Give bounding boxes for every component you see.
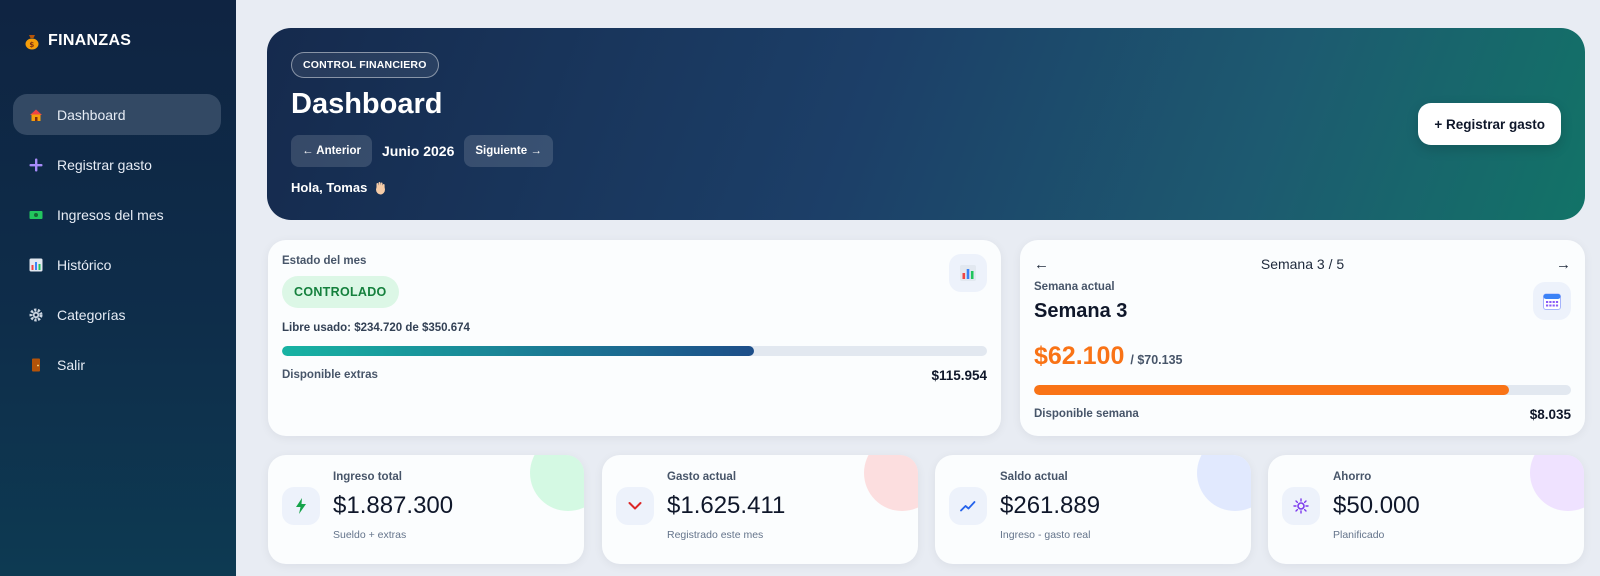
decorative-circle: [1197, 455, 1251, 511]
used-budget-label: Libre usado: $234.720 de $350.674: [282, 322, 470, 334]
available-extras-label: Disponible extras: [282, 369, 378, 381]
chart-icon-box: [949, 254, 987, 292]
status-badge: CONTROLADO: [282, 276, 399, 308]
previous-month-button[interactable]: ← Anterior: [291, 135, 372, 167]
week-counter: Semana 3 / 5: [1260, 256, 1345, 272]
stat-card-ahorro: Ahorro $50.000 Planificado: [1268, 455, 1584, 564]
calendar-icon-box: [1533, 282, 1571, 320]
sidebar-nav: Dashboard Registrar gasto Ingresos del m…: [13, 94, 221, 394]
stat-subtitle: Registrado este mes: [667, 529, 764, 541]
stat-label: Ahorro: [1333, 471, 1372, 483]
stat-icon-box: [282, 487, 320, 525]
greeting: Hola, Tomas: [291, 180, 387, 195]
stat-icon-box: [616, 487, 654, 525]
month-status-card: Estado del mes CONTROLADO Libre usado: $…: [268, 240, 1001, 436]
available-week-value: $8.035: [1529, 407, 1571, 422]
gear-icon: [29, 308, 43, 321]
sidebar-item-dashboard[interactable]: Dashboard: [13, 94, 221, 135]
week-spent-amount: $62.100: [1034, 342, 1125, 370]
stat-value: $50.000: [1333, 492, 1420, 519]
stat-label: Ingreso total: [333, 471, 403, 483]
door-icon: [32, 358, 40, 371]
hero-banner: CONTROL FINANCIERO Dashboard ← Anterior …: [267, 28, 1585, 220]
register-expense-button[interactable]: + Registrar gasto: [1418, 103, 1561, 145]
sidebar-item-label: Salir: [57, 356, 86, 373]
current-month-label: Junio 2026: [382, 143, 455, 159]
money-icon: [29, 210, 43, 219]
card-title: Estado del mes: [282, 255, 367, 267]
week-spent: $62.100 / $70.135: [1034, 342, 1183, 371]
stat-icon-box: [1282, 487, 1320, 525]
week-budget-amount: / $70.135: [1130, 353, 1183, 367]
decorative-circle: [530, 455, 584, 511]
sidebar-item-ingresos[interactable]: Ingresos del mes: [13, 194, 221, 235]
sidebar-item-historico[interactable]: Histórico: [13, 244, 221, 285]
stat-value: $1.625.411: [667, 492, 786, 519]
week-title: Semana 3: [1034, 300, 1128, 322]
brand-name: FINANZAS: [48, 32, 132, 49]
house-icon: [30, 109, 42, 121]
next-week-arrow[interactable]: →: [1556, 256, 1571, 273]
waving-hand-icon: [376, 181, 386, 194]
trend-up-icon: [960, 501, 976, 512]
calendar-icon: [1543, 293, 1561, 310]
current-week-label: Semana actual: [1034, 281, 1115, 293]
sparkle-icon: [1293, 498, 1309, 514]
brand[interactable]: $ FINANZAS: [24, 32, 131, 50]
sidebar-item-label: Ingresos del mes: [57, 206, 164, 223]
chevron-down-icon: [628, 502, 642, 510]
previous-week-arrow[interactable]: ←: [1034, 256, 1049, 273]
page-title: Dashboard: [291, 88, 443, 120]
svg-text:$: $: [29, 41, 34, 49]
sidebar-item-label: Categorías: [57, 306, 126, 323]
decorative-circle: [864, 455, 918, 511]
stat-card-gasto: Gasto actual $1.625.411 Registrado este …: [602, 455, 918, 564]
stat-subtitle: Ingreso - gasto real: [1000, 529, 1091, 541]
sidebar-item-registrar-gasto[interactable]: Registrar gasto: [13, 144, 221, 185]
stat-value: $1.887.300: [333, 492, 454, 519]
decorative-circle: [1530, 455, 1584, 511]
sidebar-item-categorias[interactable]: Categorías: [13, 294, 221, 335]
stat-label: Saldo actual: [1000, 471, 1068, 483]
stat-value: $261.889: [1000, 492, 1101, 519]
sidebar-item-salir[interactable]: Salir: [13, 344, 221, 385]
stat-label: Gasto actual: [667, 471, 737, 483]
available-extras-value: $115.954: [931, 368, 987, 383]
stat-icon-box: [949, 487, 987, 525]
section-pill: CONTROL FINANCIERO: [291, 52, 439, 78]
week-navigator: ← Semana 3 / 5 →: [1034, 254, 1571, 274]
plus-icon: [29, 158, 43, 171]
week-progress-fill: [1034, 385, 1510, 395]
greeting-text: Hola, Tomas: [291, 180, 368, 195]
stat-card-ingreso: Ingreso total $1.887.300 Sueldo + extras: [268, 455, 584, 564]
bolt-icon: [296, 498, 306, 514]
month-navigator: ← Anterior Junio 2026 Siguiente →: [291, 135, 553, 167]
money-bag-icon: $: [25, 35, 39, 50]
month-progress-bar: [282, 346, 987, 356]
sidebar-item-label: Registrar gasto: [57, 156, 152, 173]
sidebar-item-label: Histórico: [57, 256, 112, 273]
month-progress-fill: [282, 346, 754, 356]
next-month-button[interactable]: Siguiente →: [464, 135, 553, 167]
sidebar-item-label: Dashboard: [57, 106, 126, 123]
week-progress-bar: [1034, 385, 1571, 395]
sidebar: $ FINANZAS Dashboard Registrar gasto Ing…: [0, 0, 236, 576]
stat-subtitle: Planificado: [1333, 529, 1385, 541]
stat-card-saldo: Saldo actual $261.889 Ingreso - gasto re…: [935, 455, 1251, 564]
bar-chart-icon: [960, 265, 976, 281]
chart-icon: [29, 258, 43, 271]
available-week-label: Disponible semana: [1034, 408, 1139, 420]
week-card: ← Semana 3 / 5 → Semana actual Semana 3 …: [1020, 240, 1585, 436]
stat-subtitle: Sueldo + extras: [333, 529, 407, 541]
